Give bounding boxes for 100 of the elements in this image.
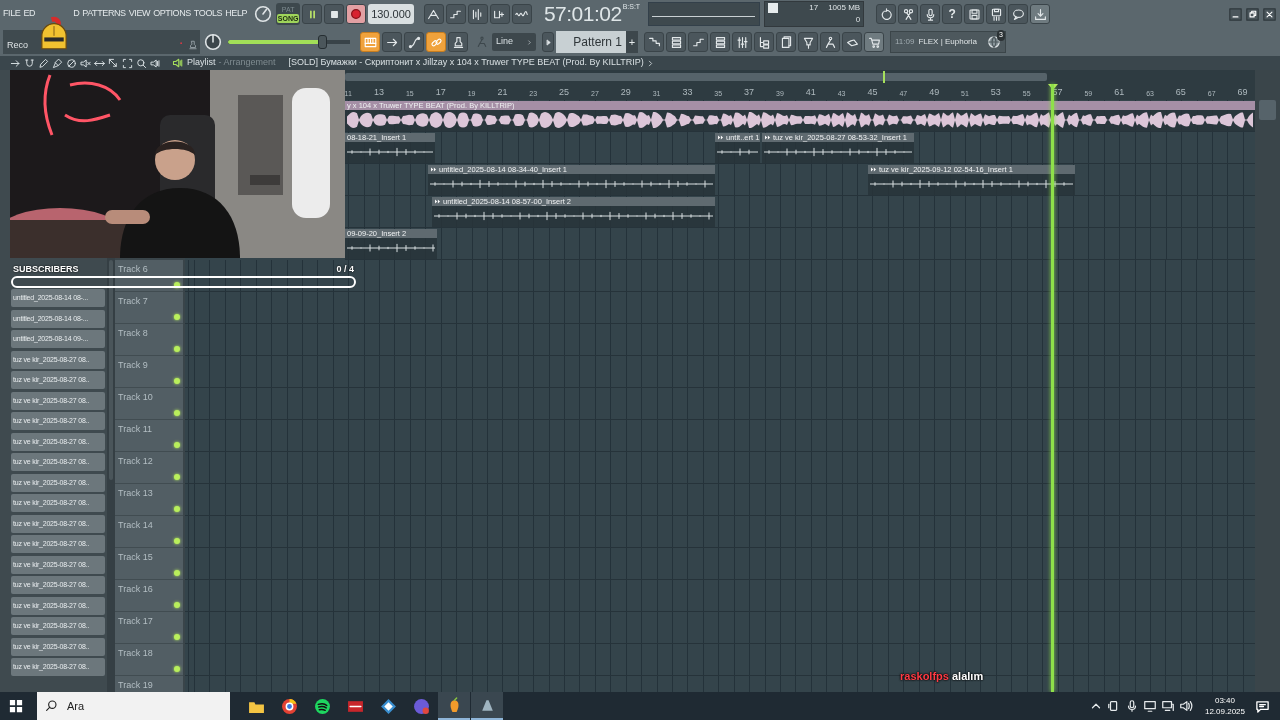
track-header[interactable]: Track 11 <box>115 420 183 452</box>
mute-led[interactable] <box>174 666 180 672</box>
mute-led[interactable] <box>174 474 180 480</box>
mute-led[interactable] <box>174 410 180 416</box>
menu-item[interactable]: VIEW <box>128 7 151 21</box>
toolbar-button[interactable] <box>448 32 468 52</box>
track-header[interactable]: Track 9 <box>115 356 183 388</box>
track-name: Track 6 <box>118 263 148 276</box>
toolbar-button[interactable] <box>710 32 730 52</box>
mute-led[interactable] <box>174 282 180 288</box>
volume-icon[interactable] <box>1178 699 1193 713</box>
mute-led[interactable] <box>174 442 180 448</box>
clip-arrows-icon <box>717 134 724 141</box>
time-display: 57:01:02 <box>543 2 622 26</box>
track-header[interactable]: Track 15 <box>115 548 183 580</box>
mute-led[interactable] <box>174 538 180 544</box>
toolbar-button[interactable] <box>1008 4 1029 24</box>
speaker-icon[interactable] <box>150 57 161 69</box>
refresh-icon <box>879 7 893 21</box>
mute-led[interactable] <box>174 346 180 352</box>
track-header[interactable]: Track 17 <box>115 612 183 644</box>
slash-circle-icon[interactable] <box>66 57 77 69</box>
slider-thumb[interactable] <box>318 35 328 49</box>
add-pattern-button[interactable]: + <box>626 31 638 53</box>
toolbar-button[interactable] <box>820 32 840 52</box>
pattern-selector[interactable]: Pattern 1 <box>556 31 626 53</box>
toolbar-button[interactable] <box>644 32 664 52</box>
toolbar-button[interactable] <box>898 4 919 24</box>
toolbar-button[interactable] <box>688 32 708 52</box>
toolbar-button[interactable] <box>511 4 532 24</box>
menu-item[interactable]: D <box>73 7 80 21</box>
toolbar-button[interactable] <box>382 32 402 52</box>
toolbar-button[interactable] <box>732 32 752 52</box>
menu-item[interactable]: TOOLS <box>193 7 223 21</box>
toolbar-button[interactable] <box>360 32 380 52</box>
mute-led[interactable] <box>174 314 180 320</box>
snap-selector[interactable]: Line <box>492 33 536 51</box>
cpu-reading: 17 <box>808 2 820 14</box>
zoom-box-icon[interactable] <box>122 57 133 69</box>
menu-item[interactable]: HELP <box>225 7 248 21</box>
search-icon <box>45 699 58 712</box>
notification-icon[interactable] <box>1255 698 1270 714</box>
toolbar-button[interactable] <box>842 32 862 52</box>
pencil-icon[interactable] <box>38 57 49 69</box>
toolbar-button[interactable] <box>445 4 466 24</box>
toolbar-button[interactable] <box>776 32 796 52</box>
pattern-prev-button[interactable] <box>542 32 554 52</box>
clock-time[interactable]: 03:40 <box>1204 695 1245 706</box>
search-field[interactable]: Ara <box>37 692 230 720</box>
track-header[interactable]: Track 19 <box>115 676 183 692</box>
track-header[interactable]: Track 18 <box>115 644 183 676</box>
toolbar-button[interactable] <box>920 4 941 24</box>
mute-led[interactable] <box>174 378 180 384</box>
help-button[interactable]: ? <box>942 4 963 24</box>
clip-arrows-icon <box>430 166 437 173</box>
arrow-right-icon[interactable] <box>10 57 21 69</box>
sliders-icon <box>735 35 749 49</box>
stop-button[interactable] <box>324 4 345 24</box>
record-button[interactable] <box>346 4 367 24</box>
brush-icon[interactable] <box>52 57 63 69</box>
toolbar-button[interactable] <box>666 32 686 52</box>
toolbar-button[interactable] <box>489 4 510 24</box>
network-icon[interactable] <box>1160 699 1175 713</box>
track-header[interactable]: Track 7 <box>115 292 183 324</box>
track-header[interactable]: Track 12 <box>115 452 183 484</box>
track-header[interactable]: Track 16 <box>115 580 183 612</box>
toolbar-button[interactable] <box>426 32 446 52</box>
toolbar-button[interactable] <box>1030 4 1051 24</box>
track-header[interactable]: Track 13 <box>115 484 183 516</box>
ruler-number: 29 <box>620 85 631 99</box>
tempo-display[interactable]: 130.000 <box>368 3 414 25</box>
zoom-icon[interactable] <box>136 57 147 69</box>
select-icon[interactable] <box>108 57 119 69</box>
clock-date[interactable]: 12.09.2025 <box>1204 706 1245 717</box>
track-header[interactable]: Track 8 <box>115 324 183 356</box>
mute-led[interactable] <box>174 602 180 608</box>
track-header[interactable]: Track 10 <box>115 388 183 420</box>
mute-led[interactable] <box>174 570 180 576</box>
speaker-mute-icon[interactable] <box>80 57 91 69</box>
toolbar-button[interactable] <box>964 4 985 24</box>
mute-led[interactable] <box>174 506 180 512</box>
menu-item[interactable]: PATTERNS <box>82 7 126 21</box>
magnet-icon[interactable] <box>24 57 35 69</box>
toolbar-button[interactable] <box>404 32 424 52</box>
track-header[interactable]: Track 14 <box>115 516 183 548</box>
menu-item[interactable]: OPTIONS <box>153 7 191 21</box>
toolbar-button[interactable] <box>986 4 1007 24</box>
stamp-icon <box>188 39 198 51</box>
minimize-icon <box>1229 7 1242 21</box>
ruler-number: 13 <box>374 85 385 99</box>
menu-item[interactable]: ED <box>23 7 36 21</box>
display-icon[interactable] <box>1142 699 1157 713</box>
toolbar-button[interactable] <box>754 32 774 52</box>
mute-led[interactable] <box>174 634 180 640</box>
menu-item[interactable]: FILE <box>3 7 21 21</box>
toolbar-button[interactable] <box>876 4 897 24</box>
toolbar-button[interactable] <box>423 4 444 24</box>
toolbar-button[interactable] <box>864 32 884 52</box>
toolbar-button[interactable] <box>467 4 488 24</box>
toolbar-button[interactable] <box>798 32 818 52</box>
